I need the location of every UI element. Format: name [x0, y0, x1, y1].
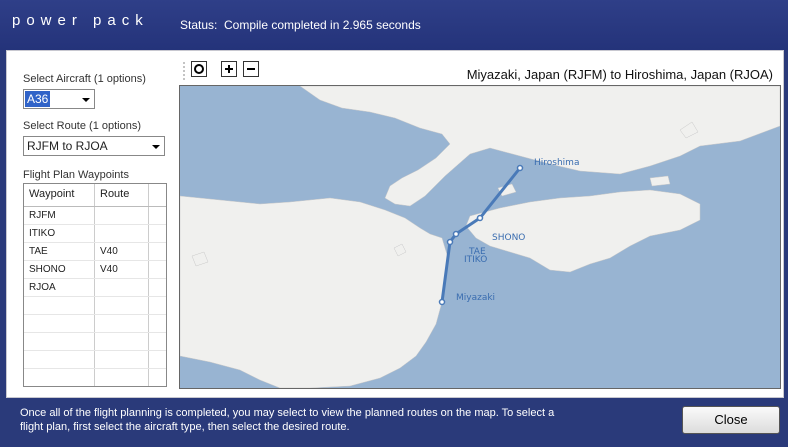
zoom-in-icon [225, 65, 233, 73]
waypoints-label: Flight Plan Waypoints [23, 169, 129, 181]
waypoint-marker-itiko[interactable] [446, 238, 454, 246]
route-cell [95, 279, 149, 296]
header-waypoint[interactable]: Waypoint [24, 184, 95, 206]
route-cell: V40 [95, 261, 149, 278]
waypoints-body: RJFM ITIKO TAE V40 SHONO V40 RJOA [24, 207, 166, 386]
toolbar-grip [183, 61, 185, 81]
fit-view-icon [194, 64, 204, 74]
aircraft-value: A36 [25, 91, 51, 107]
chevron-down-icon [152, 145, 160, 149]
aircraft-label: Select Aircraft (1 options) [23, 73, 146, 85]
app-logo: power pack [12, 12, 149, 29]
waypoint-marker-shono[interactable] [476, 214, 484, 222]
title-bar: power pack Status: Compile completed in … [0, 0, 788, 50]
route-map[interactable]: Hiroshima SHONO TAE ITIKO Miyazaki [179, 85, 781, 389]
zoom-out-icon [247, 68, 255, 70]
aircraft-select[interactable]: A36 [23, 89, 95, 109]
map-label-shono: SHONO [492, 233, 525, 243]
empty-row [24, 333, 166, 351]
waypoint-cell: ITIKO [24, 225, 95, 242]
landmass-kyushu [180, 195, 449, 388]
waypoint-cell: TAE [24, 243, 95, 260]
close-button[interactable]: Close [682, 406, 780, 434]
waypoint-marker-hiroshima[interactable] [516, 164, 524, 172]
waypoints-table[interactable]: Waypoint Route RJFM ITIKO TAE V40 SHONO V40 RJ… [23, 183, 167, 387]
waypoints-header: Waypoint Route [24, 184, 166, 207]
empty-row [24, 297, 166, 315]
zoom-out-button[interactable] [243, 61, 259, 77]
table-row[interactable]: SHONO V40 [24, 261, 166, 279]
map-canvas: Hiroshima SHONO TAE ITIKO Miyazaki [180, 86, 780, 388]
route-label: Select Route (1 options) [23, 120, 142, 132]
route-cell: V40 [95, 243, 149, 260]
empty-row [24, 369, 166, 386]
table-row[interactable]: TAE V40 [24, 243, 166, 261]
island [649, 175, 671, 187]
table-row[interactable]: RJFM [24, 207, 166, 225]
route-cell [95, 207, 149, 224]
route-value: RJFM to RJOA [27, 139, 108, 153]
map-label-miyazaki: Miyazaki [456, 293, 495, 303]
map-route-title: Miyazaki, Japan (RJFM) to Hiroshima, Jap… [466, 67, 773, 82]
waypoint-cell: RJOA [24, 279, 95, 296]
waypoint-marker-miyazaki[interactable] [438, 298, 446, 306]
map-label-itiko: ITIKO [464, 255, 487, 265]
main-panel: Select Aircraft (1 options) A36 Select R… [6, 50, 784, 398]
header-route[interactable]: Route [95, 184, 149, 206]
route-cell [95, 225, 149, 242]
zoom-in-button[interactable] [221, 61, 237, 77]
table-row[interactable]: ITIKO [24, 225, 166, 243]
status-label: Status: [180, 18, 218, 32]
fit-view-button[interactable] [191, 61, 207, 77]
route-select[interactable]: RJFM to RJOA [23, 136, 165, 156]
empty-row [24, 315, 166, 333]
waypoint-marker-tae[interactable] [452, 230, 460, 238]
chevron-down-icon [82, 98, 90, 102]
footer-help-text: Once all of the flight planning is compl… [20, 407, 555, 433]
empty-row [24, 351, 166, 369]
table-row[interactable]: RJOA [24, 279, 166, 297]
status-text: Compile completed in 2.965 seconds [224, 18, 421, 32]
map-label-hiroshima: Hiroshima [534, 158, 579, 168]
waypoint-cell: SHONO [24, 261, 95, 278]
waypoint-cell: RJFM [24, 207, 95, 224]
